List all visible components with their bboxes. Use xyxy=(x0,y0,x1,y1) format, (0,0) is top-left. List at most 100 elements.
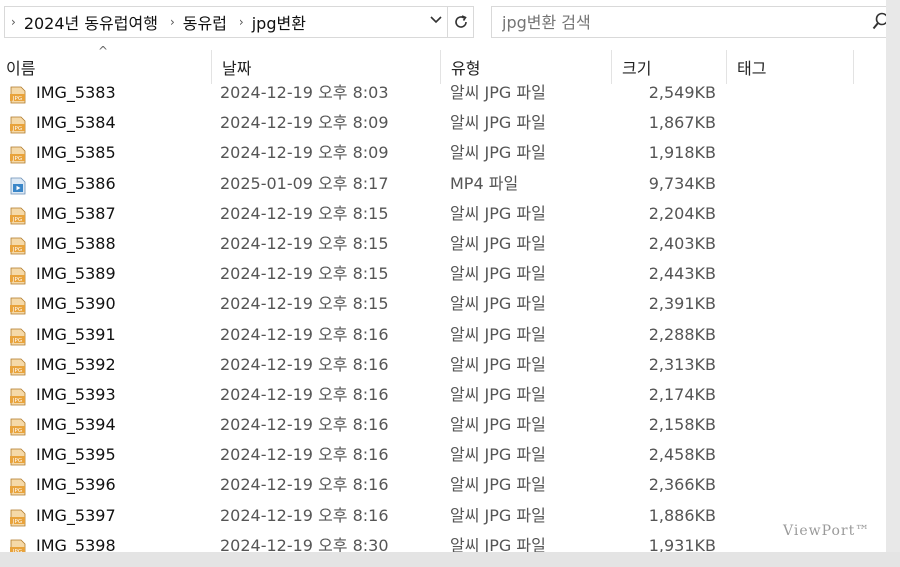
file-name[interactable]: IMG_5392 xyxy=(36,353,116,383)
file-list: JPG IMG_5383 2024-12-19 오후 8:03 알씨 JPG 파… xyxy=(0,81,886,552)
file-row[interactable]: JPG IMG_5397 2024-12-19 오후 8:16 알씨 JPG 파… xyxy=(0,504,886,534)
file-row[interactable]: JPG IMG_5395 2024-12-19 오후 8:16 알씨 JPG 파… xyxy=(0,443,886,473)
column-header-type[interactable]: 유형 xyxy=(441,50,612,84)
file-type: 알씨 JPG 파일 xyxy=(450,384,546,404)
file-name[interactable]: IMG_5383 xyxy=(36,81,116,111)
file-date: 2024-12-19 오후 8:15 xyxy=(220,294,389,314)
jpg-file-icon: JPG xyxy=(9,539,27,552)
breadcrumb-item[interactable]: jpg변환 xyxy=(252,10,306,34)
file-type: 알씨 JPG 파일 xyxy=(450,475,546,495)
chevron-right-icon[interactable]: › xyxy=(11,15,16,29)
jpg-file-icon: JPG xyxy=(9,207,27,225)
refresh-button[interactable] xyxy=(448,6,474,38)
jpg-file-icon: JPG xyxy=(9,237,27,255)
chevron-right-icon[interactable]: › xyxy=(239,15,244,29)
svg-text:JPG: JPG xyxy=(12,488,22,494)
file-row[interactable]: JPG IMG_5385 2024-12-19 오후 8:09 알씨 JPG 파… xyxy=(0,141,886,171)
video-file-icon xyxy=(9,177,27,195)
file-name[interactable]: IMG_5391 xyxy=(36,323,116,353)
file-name[interactable]: IMG_5384 xyxy=(36,111,116,141)
file-row[interactable]: JPG IMG_5396 2024-12-19 오후 8:16 알씨 JPG 파… xyxy=(0,473,886,503)
file-row[interactable]: JPG IMG_5394 2024-12-19 오후 8:16 알씨 JPG 파… xyxy=(0,413,886,443)
jpg-file-icon: JPG xyxy=(9,478,27,496)
file-type: 알씨 JPG 파일 xyxy=(450,233,546,253)
svg-text:JPG: JPG xyxy=(12,398,22,404)
file-name[interactable]: IMG_5387 xyxy=(36,202,116,232)
file-row[interactable]: JPG IMG_5384 2024-12-19 오후 8:09 알씨 JPG 파… xyxy=(0,111,886,141)
file-size: 9,734KB xyxy=(648,173,716,193)
column-header-tags[interactable]: 태그 xyxy=(727,50,854,84)
column-header-size[interactable]: 크기 xyxy=(612,50,727,84)
breadcrumb-item[interactable]: 2024년 동유럽여행 xyxy=(24,10,158,34)
file-name[interactable]: IMG_5389 xyxy=(36,262,116,292)
jpg-file-icon: JPG xyxy=(9,328,27,346)
address-bar[interactable]: › 2024년 동유럽여행 › 동유럽 › jpg변환 xyxy=(4,6,448,38)
file-row[interactable]: JPG IMG_5388 2024-12-19 오후 8:15 알씨 JPG 파… xyxy=(0,232,886,262)
chevron-down-icon[interactable] xyxy=(429,13,443,29)
file-type: 알씨 JPG 파일 xyxy=(450,415,546,435)
jpg-file-icon: JPG xyxy=(9,418,27,436)
file-size: 2,443KB xyxy=(648,264,716,284)
file-type: MP4 파일 xyxy=(450,173,519,193)
file-row[interactable]: JPG IMG_5390 2024-12-19 오후 8:15 알씨 JPG 파… xyxy=(0,292,886,322)
file-size: 2,391KB xyxy=(648,294,716,314)
file-date: 2024-12-19 오후 8:16 xyxy=(220,475,389,495)
window-edge xyxy=(886,0,900,567)
file-date: 2024-12-19 오후 8:15 xyxy=(220,203,389,223)
jpg-file-icon: JPG xyxy=(9,116,27,134)
svg-text:JPG: JPG xyxy=(12,217,22,223)
file-type: 알씨 JPG 파일 xyxy=(450,294,546,314)
jpg-file-icon: JPG xyxy=(9,146,27,164)
file-size: 1,886KB xyxy=(648,505,716,525)
jpg-file-icon: JPG xyxy=(9,297,27,315)
column-header-date[interactable]: 날짜 xyxy=(212,50,441,84)
file-name[interactable]: IMG_5398 xyxy=(36,534,116,552)
chevron-right-icon[interactable]: › xyxy=(170,15,175,29)
search-icon[interactable] xyxy=(872,12,886,36)
svg-text:JPG: JPG xyxy=(12,126,22,132)
file-size: 2,549KB xyxy=(648,83,716,102)
file-date: 2024-12-19 오후 8:16 xyxy=(220,505,389,525)
file-row[interactable]: JPG IMG_5389 2024-12-19 오후 8:15 알씨 JPG 파… xyxy=(0,262,886,292)
file-date: 2024-12-19 오후 8:15 xyxy=(220,264,389,284)
file-size: 2,366KB xyxy=(648,475,716,495)
svg-text:JPG: JPG xyxy=(12,428,22,434)
file-row[interactable]: JPG IMG_5383 2024-12-19 오후 8:03 알씨 JPG 파… xyxy=(0,81,886,111)
file-row[interactable]: JPG IMG_5398 2024-12-19 오후 8:30 알씨 JPG 파… xyxy=(0,534,886,552)
file-type: 알씨 JPG 파일 xyxy=(450,264,546,284)
svg-text:JPG: JPG xyxy=(12,247,22,253)
jpg-file-icon: JPG xyxy=(9,388,27,406)
refresh-icon xyxy=(454,15,467,28)
svg-text:JPG: JPG xyxy=(12,458,22,464)
file-name[interactable]: IMG_5388 xyxy=(36,232,116,262)
file-name[interactable]: IMG_5395 xyxy=(36,443,116,473)
file-date: 2024-12-19 오후 8:15 xyxy=(220,233,389,253)
search-input[interactable] xyxy=(502,11,852,33)
file-name[interactable]: IMG_5390 xyxy=(36,292,116,322)
search-box[interactable] xyxy=(491,6,886,38)
jpg-file-icon: JPG xyxy=(9,267,27,285)
file-type: 알씨 JPG 파일 xyxy=(450,203,546,223)
file-name[interactable]: IMG_5393 xyxy=(36,383,116,413)
file-size: 2,288KB xyxy=(648,324,716,344)
file-name[interactable]: IMG_5386 xyxy=(36,172,116,202)
file-name[interactable]: IMG_5385 xyxy=(36,141,116,171)
file-row[interactable]: JPG IMG_5387 2024-12-19 오후 8:15 알씨 JPG 파… xyxy=(0,202,886,232)
jpg-file-icon: JPG xyxy=(9,86,27,104)
column-header-name[interactable]: 이름 xyxy=(0,50,212,84)
file-date: 2024-12-19 오후 8:03 xyxy=(220,83,389,102)
breadcrumb-item[interactable]: 동유럽 xyxy=(183,10,227,34)
file-row[interactable]: JPG IMG_5392 2024-12-19 오후 8:16 알씨 JPG 파… xyxy=(0,353,886,383)
file-row[interactable]: JPG IMG_5391 2024-12-19 오후 8:16 알씨 JPG 파… xyxy=(0,323,886,353)
file-type: 알씨 JPG 파일 xyxy=(450,113,546,133)
file-size: 2,204KB xyxy=(648,203,716,223)
file-row[interactable]: IMG_5386 2025-01-09 오후 8:17 MP4 파일 9,734… xyxy=(0,172,886,202)
file-name[interactable]: IMG_5394 xyxy=(36,413,116,443)
file-name[interactable]: IMG_5397 xyxy=(36,504,116,534)
file-size: 2,403KB xyxy=(648,233,716,253)
file-date: 2024-12-19 오후 8:09 xyxy=(220,113,389,133)
file-name[interactable]: IMG_5396 xyxy=(36,473,116,503)
file-type: 알씨 JPG 파일 xyxy=(450,143,546,163)
file-row[interactable]: JPG IMG_5393 2024-12-19 오후 8:16 알씨 JPG 파… xyxy=(0,383,886,413)
file-type: 알씨 JPG 파일 xyxy=(450,324,546,344)
